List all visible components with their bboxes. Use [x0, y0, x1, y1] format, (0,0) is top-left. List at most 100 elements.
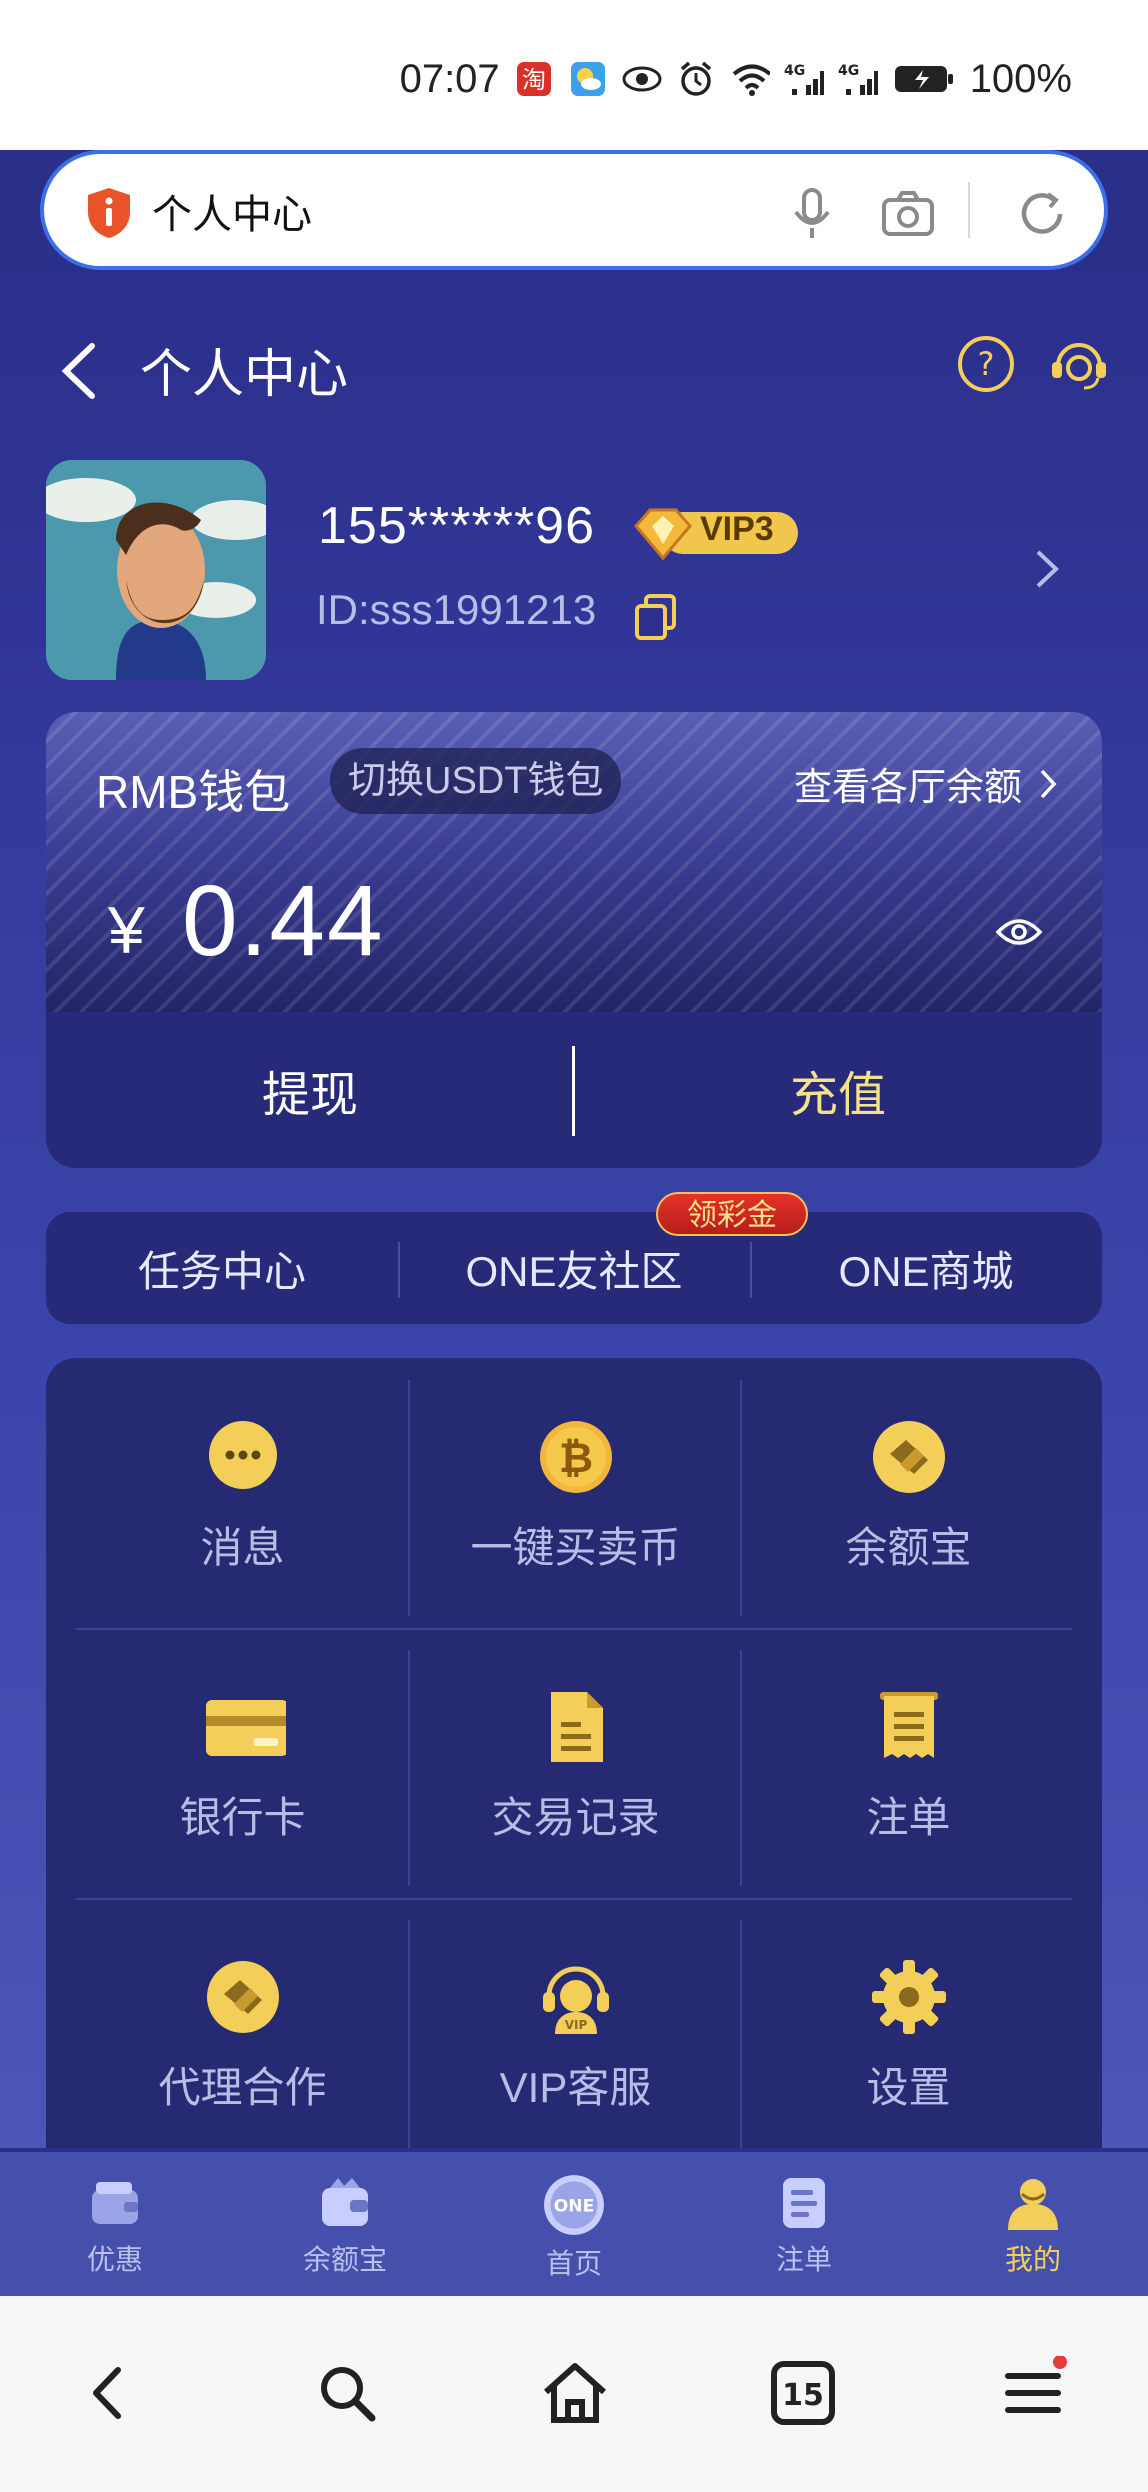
- nav-item-bets[interactable]: 注单: [689, 2152, 919, 2296]
- nav-item-balance-treasure[interactable]: 余额宝: [230, 2152, 460, 2296]
- service-grid: 消息 ₿ 一键买卖币 余额宝 银行卡 交易记录 注单 代理合作 VIP VIP客…: [46, 1358, 1102, 2148]
- grid-item-label: 一键买卖币: [470, 1524, 681, 1571]
- reload-icon[interactable]: [1010, 182, 1074, 246]
- grid-item-label: 消息: [200, 1524, 285, 1571]
- tabs-count-icon[interactable]: 15: [766, 2356, 840, 2430]
- vip-level: VIP3: [700, 510, 774, 548]
- nav-item-home[interactable]: ONE 首页: [459, 2152, 689, 2296]
- grid-item-bets[interactable]: 注单: [742, 1628, 1075, 1898]
- nav-label: 优惠: [86, 2244, 143, 2275]
- wallet-icon: [92, 2182, 138, 2224]
- wallet-title: RMB钱包: [96, 766, 291, 818]
- eye-icon[interactable]: [994, 912, 1044, 952]
- customer-service-icon[interactable]: [1048, 332, 1110, 394]
- browser-nav-bar: 15: [0, 2296, 1148, 2492]
- tab-task-center[interactable]: 任务中心: [46, 1212, 398, 1324]
- switch-wallet-button[interactable]: 切换USDT钱包: [330, 748, 622, 814]
- grid-item-label: 代理合作: [158, 2064, 327, 2111]
- browser-back-icon[interactable]: [74, 2356, 148, 2430]
- vip-support-icon: VIP: [542, 1966, 609, 2034]
- svg-text:淘: 淘: [522, 66, 546, 94]
- status-bar: 07:07 淘 4G 4G 100% 个人中心: [0, 0, 1148, 270]
- app-bottom-nav: 优惠 余额宝 ONE 首页 注单 我的: [0, 2152, 1148, 2296]
- nav-label: 首页: [545, 2248, 602, 2279]
- wallet-card: RMB钱包 切换USDT钱包 查看各厅余额 ¥ 0.44 提现 充值: [46, 712, 1102, 1168]
- bank-card-icon: [205, 1700, 286, 1756]
- grid-item-settings[interactable]: 设置: [742, 1898, 1075, 2148]
- personal-center-page: 个人中心 ? 155******96 VIP3 ID:sss1991213 RM…: [0, 276, 1148, 2148]
- status-indicators: 07:07 淘 4G 4G 100%: [400, 52, 1072, 106]
- currency-symbol: ¥: [108, 893, 145, 967]
- svg-text:VIP: VIP: [564, 2018, 587, 2032]
- message-icon: [208, 1421, 277, 1489]
- grid-item-label: 银行卡: [179, 1794, 306, 1841]
- chevron-right-icon: [1040, 769, 1057, 798]
- recharge-button[interactable]: 充值: [574, 1012, 1102, 1168]
- security-shield-icon[interactable]: [86, 186, 132, 240]
- receipt-icon: [879, 1692, 938, 1758]
- home-logo-icon: ONE: [544, 2175, 604, 2235]
- chevron-right-icon[interactable]: [1032, 546, 1062, 592]
- nav-item-promotions[interactable]: 优惠: [0, 2152, 230, 2296]
- microphone-icon[interactable]: [780, 182, 844, 246]
- grid-item-label: 设置: [866, 2064, 951, 2111]
- feature-tabs: 任务中心 ONE友社区 ONE商城 领彩金: [46, 1192, 1102, 1324]
- address-bar-divider: [968, 182, 970, 238]
- eye-icon: [622, 59, 662, 99]
- nav-label-active: 我的: [1004, 2244, 1061, 2275]
- grid-item-buy-sell-coin[interactable]: ₿ 一键买卖币: [409, 1358, 742, 1628]
- balance-amount: 0.44: [182, 865, 385, 977]
- tab-mall[interactable]: ONE商城: [750, 1212, 1102, 1324]
- svg-text:4G: 4G: [784, 63, 805, 79]
- copy-icon[interactable]: [634, 594, 678, 640]
- grid-item-label: VIP客服: [499, 2064, 652, 2111]
- taobao-notification-icon: 淘: [514, 59, 554, 99]
- grid-item-vip-support[interactable]: VIP VIP客服: [409, 1898, 742, 2148]
- grid-item-messages[interactable]: 消息: [76, 1358, 409, 1628]
- help-icon[interactable]: ?: [956, 334, 1016, 394]
- bets-list-icon: [783, 2178, 825, 2228]
- grid-item-label: 注单: [866, 1794, 951, 1841]
- user-icon: [1008, 2179, 1058, 2230]
- nav-label: 余额宝: [302, 2244, 387, 2275]
- grid-item-balance-treasure[interactable]: 余额宝: [742, 1358, 1075, 1628]
- user-id: ID:sss1991213: [316, 586, 597, 633]
- wifi-icon: [730, 59, 770, 99]
- address-text[interactable]: 个人中心: [152, 182, 312, 240]
- withdraw-button[interactable]: 提现: [46, 1012, 574, 1168]
- grid-item-bank-card[interactable]: 银行卡: [76, 1628, 409, 1898]
- handshake-icon: [872, 1421, 945, 1493]
- home-icon[interactable]: [538, 2356, 612, 2430]
- status-time: 07:07: [399, 56, 500, 101]
- battery-percent: 100%: [969, 56, 1072, 101]
- view-all-balances-link[interactable]: 查看各厅余额: [794, 756, 1058, 811]
- grid-item-label: 交易记录: [491, 1794, 660, 1841]
- grid-item-label: 余额宝: [845, 1524, 972, 1571]
- signal-4g-icon-2: 4G: [838, 59, 878, 99]
- avatar[interactable]: [46, 460, 266, 680]
- svg-text:?: ?: [978, 345, 995, 383]
- gear-icon: [871, 1960, 946, 2034]
- nav-item-mine[interactable]: 我的: [918, 2152, 1148, 2296]
- search-icon[interactable]: [310, 2356, 384, 2430]
- nav-label: 注单: [775, 2244, 832, 2275]
- grid-item-transaction-records[interactable]: 交易记录: [409, 1628, 742, 1898]
- address-bar[interactable]: 个人中心: [40, 150, 1108, 270]
- handshake-icon: [206, 1961, 279, 2033]
- camera-icon[interactable]: [876, 182, 940, 246]
- back-arrow-icon[interactable]: [54, 336, 106, 406]
- document-icon: [550, 1692, 603, 1762]
- tabs-count: 15: [782, 2378, 824, 2413]
- view-all-balances-label: 查看各厅余额: [793, 767, 1022, 809]
- weather-notification-icon: [568, 59, 608, 99]
- svg-text:4G: 4G: [838, 63, 859, 79]
- battery-icon: [892, 59, 956, 99]
- treasure-wallet-icon: [322, 2178, 368, 2226]
- page-title: 个人中心: [140, 346, 349, 404]
- menu-icon[interactable]: [996, 2355, 1070, 2430]
- gift-badge: 领彩金: [656, 1192, 808, 1236]
- signal-4g-icon: 4G: [784, 59, 824, 99]
- grid-item-agent-partnership[interactable]: 代理合作: [76, 1898, 409, 2148]
- alarm-icon: [676, 59, 716, 99]
- svg-text:ONE: ONE: [554, 2196, 595, 2216]
